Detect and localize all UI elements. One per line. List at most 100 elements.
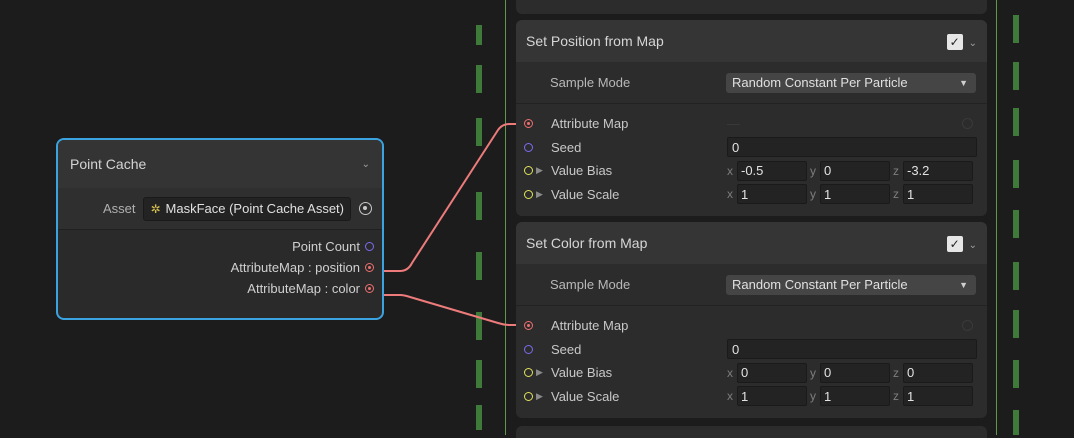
flow-lane-right [1013,15,1019,435]
bias-z-field[interactable]: -3.2 [903,160,973,181]
dropdown-arrow-icon: ▼ [959,77,968,88]
asset-field[interactable]: ✲ MaskFace (Point Cache Asset) [143,196,351,221]
checkmark-icon[interactable]: ✓ [946,33,963,50]
flow-lane-left [476,25,482,430]
block-header[interactable]: Set Color from Map ✓ ⌄ [516,222,987,264]
param-label: Value Bias [551,163,613,179]
expand-arrow-icon[interactable]: ▶ [536,165,545,176]
input-port[interactable] [524,119,533,129]
next-block-remnant [516,426,987,438]
axis-y-label: y [810,365,816,380]
input-port[interactable] [524,368,533,378]
axis-z-label: z [893,187,899,202]
sample-mode-dropdown[interactable]: Random Constant Per Particle ▼ [726,274,976,295]
output-point-count: Point Count [58,236,382,257]
axis-x-label: x [727,187,733,202]
bias-x-field[interactable]: -0.5 [737,160,807,181]
asset-value: MaskFace (Point Cache Asset) [165,201,344,216]
bias-y-field[interactable]: 0 [820,362,890,383]
edge-color[interactable] [384,294,526,326]
scale-z-field[interactable]: 1 [903,386,973,407]
bias-z-field[interactable]: 0 [903,362,973,383]
previous-block-remnant [516,0,987,14]
bias-y-field[interactable]: 0 [820,160,890,181]
edge-position[interactable] [384,123,526,272]
seed-field[interactable]: 0 [727,137,977,158]
expand-arrow-icon[interactable]: ▶ [536,367,545,378]
sample-mode-label: Sample Mode [550,277,631,292]
input-port[interactable] [524,321,533,331]
attribute-map-row: Attribute Map [516,314,987,338]
input-port[interactable] [524,391,533,401]
param-label: Seed [551,341,582,357]
block-title: Set Position from Map [526,33,664,49]
block-title: Set Color from Map [526,235,648,251]
axis-y-label: y [810,187,816,202]
dropdown-arrow-icon: ▼ [959,279,968,290]
node-title: Point Cache [70,156,147,172]
output-port[interactable] [365,263,374,272]
param-label: Attribute Map [551,116,629,132]
seed-row: Seed 0 [516,136,987,160]
input-port[interactable] [524,142,533,152]
value-bias-row: ▶ Value Bias x0 y0 z0 [516,361,987,385]
seed-row: Seed 0 [516,338,987,362]
axis-x-label: x [727,389,733,404]
attribute-map-row: Attribute Map — [516,112,987,136]
expand-arrow-icon[interactable]: ▶ [536,391,545,402]
value-scale-row: ▶ Value Scale x1 y1 z1 [516,385,987,409]
axis-x-label: x [727,163,733,178]
chevron-down-icon[interactable]: ⌄ [969,240,977,251]
axis-y-label: y [810,163,816,178]
output-attributemap-color: AttributeMap : color [58,278,382,299]
point-cache-node[interactable]: Point Cache ⌄ Asset ✲ MaskFace (Point Ca… [56,138,384,320]
output-label: AttributeMap : color [247,281,360,296]
chevron-down-icon[interactable]: ⌄ [969,38,977,49]
block-set-color-from-map[interactable]: Set Color from Map ✓ ⌄ Sample Mode Random… [516,222,987,418]
output-port[interactable] [365,284,374,293]
value-bias-row: ▶ Value Bias x -0.5 y0 z -3.2 [516,159,987,183]
axis-z-label: z [893,389,899,404]
input-port[interactable] [524,344,533,354]
scale-x-field[interactable]: 1 [737,184,807,205]
output-label: AttributeMap : position [230,260,360,275]
sample-mode-value: Random Constant Per Particle [732,277,908,292]
value-scale-row: ▶ Value Scale x1 y1 z1 [516,183,987,207]
seed-field[interactable]: 0 [727,339,977,360]
asset-row: Asset ✲ MaskFace (Point Cache Asset) [58,188,382,230]
axis-x-label: x [727,365,733,380]
node-header[interactable]: Point Cache ⌄ [58,140,382,188]
param-label: Value Scale [551,388,620,404]
param-label: Attribute Map [551,318,629,334]
scale-y-field[interactable]: 1 [820,184,890,205]
attribute-map-field: — [727,114,977,134]
expand-arrow-icon[interactable]: ▶ [536,189,545,200]
axis-y-label: y [810,389,816,404]
sample-mode-row: Sample Mode Random Constant Per Particle… [516,62,987,104]
axis-z-label: z [893,163,899,178]
param-label: Value Scale [551,186,620,202]
chevron-down-icon[interactable]: ⌄ [362,159,370,170]
attribute-map-field [727,316,977,336]
output-port[interactable] [365,242,374,251]
object-picker-icon[interactable] [359,202,372,215]
point-cache-asset-icon: ✲ [150,201,161,216]
sample-mode-row: Sample Mode Random Constant Per Particle… [516,264,987,306]
block-header[interactable]: Set Position from Map ✓ ⌄ [516,20,987,62]
sample-mode-dropdown[interactable]: Random Constant Per Particle ▼ [726,72,976,93]
output-attributemap-position: AttributeMap : position [58,257,382,278]
output-label: Point Count [292,239,360,254]
checkmark-icon[interactable]: ✓ [946,235,963,252]
axis-z-label: z [893,365,899,380]
param-label: Value Bias [551,365,613,381]
input-port[interactable] [524,166,533,176]
sample-mode-label: Sample Mode [550,75,631,90]
input-port[interactable] [524,189,533,199]
block-set-position-from-map[interactable]: Set Position from Map ✓ ⌄ Sample Mode Ran… [516,20,987,216]
param-label: Seed [551,139,582,155]
bias-x-field[interactable]: 0 [737,362,807,383]
scale-z-field[interactable]: 1 [903,184,973,205]
scale-y-field[interactable]: 1 [820,386,890,407]
scale-x-field[interactable]: 1 [737,386,807,407]
sample-mode-value: Random Constant Per Particle [732,75,908,90]
